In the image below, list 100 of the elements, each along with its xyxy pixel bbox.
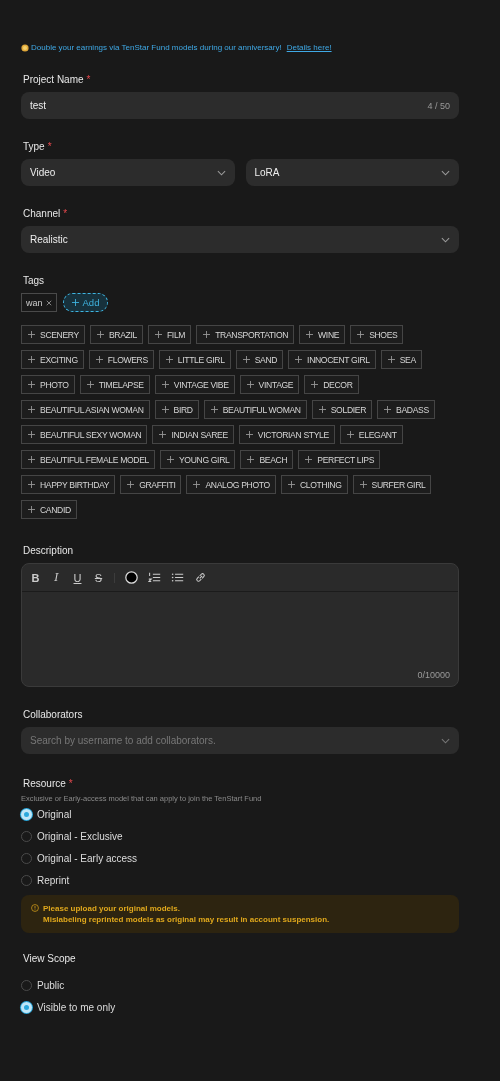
plus-icon — [28, 406, 35, 413]
radio-label[interactable]: Original - Early access — [37, 853, 138, 864]
tag-suggestion[interactable]: YOUNG GIRL — [160, 450, 236, 469]
channel-select[interactable]: Realistic — [21, 226, 459, 253]
plus-icon — [28, 381, 35, 388]
character-counter: 0/10000 — [417, 670, 450, 680]
warning-text: Please upload your original models. — [43, 903, 181, 914]
tag-suggestion[interactable]: SEA — [380, 350, 422, 369]
plus-icon — [165, 356, 173, 363]
plus-icon — [203, 331, 211, 338]
bold-icon[interactable]: B — [30, 571, 41, 584]
plus-icon — [384, 406, 391, 413]
plus-icon — [71, 299, 79, 306]
search-field[interactable]: Search by username to add collaborators. — [30, 735, 441, 746]
tag-suggestion[interactable]: HAPPY BIRTHDAY — [21, 475, 116, 494]
link-icon[interactable] — [194, 571, 207, 584]
tag-suggestion[interactable]: BIRD — [154, 400, 199, 419]
tag-suggestion[interactable]: VINTAGE — [239, 375, 300, 394]
tag-suggestion[interactable]: VINTAGE VIBE — [154, 375, 235, 394]
tag-suggestion[interactable]: FILM — [147, 325, 192, 344]
strikethrough-icon[interactable]: S — [93, 571, 104, 584]
field-label: Channel — [23, 208, 61, 219]
plus-icon — [86, 381, 94, 388]
field-label: Collaborators — [23, 709, 83, 720]
tag-suggestion[interactable]: FLOWERS — [88, 350, 154, 369]
radio-label[interactable]: Reprint — [37, 875, 70, 886]
plus-icon — [28, 506, 35, 513]
field-label: Project Name — [23, 74, 84, 85]
tag-suggestion[interactable]: TRANSPORTATION — [196, 325, 295, 344]
tag-suggestion[interactable]: BEAUTIFUL WOMAN — [203, 400, 307, 419]
add-tag-button[interactable]: Add — [62, 293, 109, 312]
info-icon — [31, 904, 39, 912]
numbered-list-icon[interactable] — [148, 571, 161, 584]
tag-suggestion[interactable]: BEACH — [240, 450, 294, 469]
tag-suggestion[interactable]: LITTLE GIRL — [158, 350, 231, 369]
tag-suggestion[interactable]: BRAZIL — [89, 325, 143, 344]
required-mark: * — [47, 141, 52, 152]
tag-suggestion[interactable]: DECOR — [304, 375, 359, 394]
tag-suggestion[interactable]: VICTORIAN STYLE — [238, 425, 335, 444]
tag-suggestion[interactable]: EXCITING — [21, 350, 84, 369]
tag-suggestion[interactable]: SAND — [235, 350, 284, 369]
tag-suggestion[interactable]: BADASS — [377, 400, 435, 419]
details-link[interactable]: Details here! — [286, 43, 332, 52]
field-label: Type — [23, 141, 45, 152]
collaborators-select[interactable]: Search by username to add collaborators. — [21, 727, 459, 754]
plus-icon — [357, 331, 365, 338]
bullet-list-icon[interactable] — [171, 571, 184, 584]
tag-suggestion[interactable]: CLOTHING — [280, 475, 348, 494]
color-picker-icon[interactable] — [125, 571, 138, 584]
plus-icon — [161, 406, 169, 413]
tag-suggestion[interactable]: INDIAN SAREE — [152, 425, 234, 444]
radio-label[interactable]: Public — [37, 980, 65, 991]
tag-suggestion[interactable]: PERFECT LIPS — [298, 450, 381, 469]
type-select[interactable]: LoRA — [245, 159, 459, 186]
plus-icon — [154, 331, 162, 338]
field-label: Description — [23, 545, 74, 556]
plus-icon — [193, 481, 201, 488]
plus-icon — [306, 331, 314, 338]
close-icon[interactable] — [45, 299, 52, 306]
chevron-down-icon — [441, 737, 450, 744]
tag-suggestion[interactable]: CANDID — [21, 500, 77, 519]
tag-suggestion[interactable]: ANALOG PHOTO — [186, 475, 276, 494]
plus-icon — [167, 456, 174, 463]
character-counter: 4 / 50 — [427, 100, 450, 111]
plus-icon — [28, 481, 35, 488]
tag-suggestion[interactable]: SCENERY — [21, 325, 85, 344]
banner-text: Double your earnings via TenStar Fund models during our anniversary! — [31, 43, 282, 52]
plus-icon — [246, 381, 254, 388]
plus-icon — [161, 381, 169, 388]
plus-icon — [28, 331, 35, 338]
tag-suggestion[interactable]: PHOTO — [21, 375, 75, 394]
italic-icon[interactable]: I — [51, 571, 62, 584]
tag-suggestion[interactable]: INNOCENT GIRL — [288, 350, 376, 369]
radio-label[interactable]: Visible to me only — [37, 1002, 116, 1013]
tag-suggestion[interactable]: WINE — [299, 325, 346, 344]
plus-icon — [28, 456, 35, 463]
tag-suggestion[interactable]: ELEGANT — [339, 425, 403, 444]
tag-suggestion[interactable]: GRAFFITI — [120, 475, 182, 494]
radio-label[interactable]: Original - Exclusive — [37, 831, 123, 842]
plus-icon — [210, 406, 218, 413]
type-select[interactable]: Video — [21, 159, 235, 186]
plus-icon — [245, 431, 253, 438]
description-editor[interactable]: B I U S 0/10000 — [21, 563, 459, 687]
tag-suggestion[interactable]: SHOES — [350, 325, 404, 344]
plus-icon — [305, 456, 313, 463]
tag-suggestion[interactable]: TIMELAPSE — [79, 375, 150, 394]
field-label: Tags — [23, 275, 45, 286]
radio-label[interactable]: Original — [37, 809, 72, 820]
plus-icon — [242, 356, 250, 363]
plus-icon — [387, 356, 395, 363]
tag-suggestion[interactable]: BEAUTIFUL SEXY WOMAN — [21, 425, 148, 444]
plus-icon — [95, 356, 103, 363]
plus-icon — [96, 331, 104, 338]
tag-suggestion[interactable]: SURFER GIRL — [352, 475, 432, 494]
project-name-field[interactable]: test 4 / 50 — [21, 92, 459, 119]
underline-icon[interactable]: U — [72, 571, 83, 584]
tag-suggestion[interactable]: BEAUTIFUL ASIAN WOMAN — [21, 400, 150, 419]
tag-suggestion[interactable]: SOLDIER — [311, 400, 372, 419]
plus-icon — [295, 356, 303, 363]
tag-suggestion[interactable]: BEAUTIFUL FEMALE MODEL — [21, 450, 155, 469]
